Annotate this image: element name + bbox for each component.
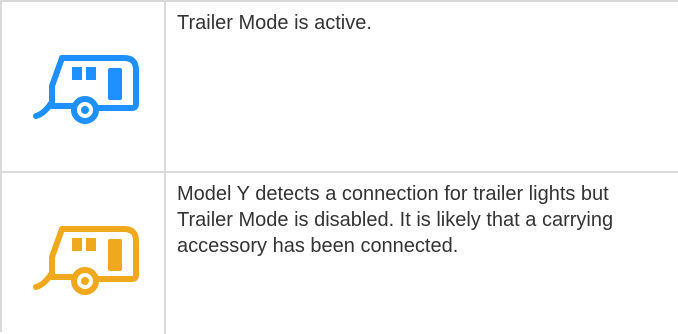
trailer-active-icon [32,50,144,126]
description-text: Model Y detects a connection for trailer… [177,183,614,257]
trailer-warning-icon [32,221,144,297]
table-row: Model Y detects a connection for trailer… [2,173,678,334]
icon-cell [2,173,166,334]
icon-cell [2,2,166,171]
description-text: Trailer Mode is active. [177,12,372,34]
trailer-indicator-table: Trailer Mode is active. Model Y detects … [0,0,678,334]
table-row: Trailer Mode is active. [2,2,678,173]
